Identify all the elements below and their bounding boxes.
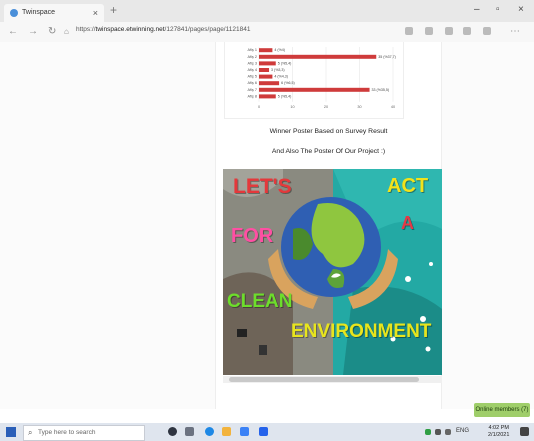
chart-x-tick: 40 xyxy=(391,105,395,109)
chart-category-label: Afiş 8 xyxy=(248,94,258,98)
chart-category-label: Afiş 1 xyxy=(248,48,258,52)
tray-app-icon[interactable] xyxy=(425,429,431,435)
chart-category-label: Afiş 3 xyxy=(248,61,258,65)
new-tab-button[interactable]: + xyxy=(110,3,117,17)
store-icon[interactable] xyxy=(240,427,249,436)
refresh-icon[interactable]: ↻ xyxy=(48,26,56,37)
profile-icon[interactable] xyxy=(483,27,491,35)
cortana-icon[interactable] xyxy=(168,427,177,436)
chart-x-tick: 10 xyxy=(290,105,294,109)
chart-category-label: Afiş 2 xyxy=(248,55,258,59)
online-members-button[interactable]: Online members (7) xyxy=(474,403,530,417)
chart-category-label: Afiş 5 xyxy=(248,75,258,79)
scrollbar-thumb[interactable] xyxy=(229,377,419,382)
chart-bar xyxy=(259,74,273,79)
chart-card: 0 10 20 30 40 Afiş 1 4 (%4) Afiş 2 35 (%37,7) Afi… xyxy=(224,42,404,119)
page-area: 0 10 20 30 40 Afiş 1 4 (%4) Afiş 2 35 (%37,7) Afi… xyxy=(0,42,534,409)
chart-data-label: 3 (%3,3) xyxy=(271,68,285,72)
chart-bar xyxy=(259,54,377,59)
collections-icon[interactable] xyxy=(463,27,471,35)
taskbar: ⌕ Type here to search ENG 4:02 PM 2/1/20… xyxy=(0,423,534,441)
url-field[interactable]: https://twinspace.etwinning.net/127841/p… xyxy=(76,26,250,33)
favorite-icon[interactable] xyxy=(445,27,453,35)
caption-line-2: And Also The Poster Of Our Project :) xyxy=(271,148,386,155)
minimize-button[interactable]: – xyxy=(474,4,480,15)
chart-bar xyxy=(259,48,273,53)
taskbar-clock[interactable]: 4:02 PM 2/1/2021 xyxy=(488,425,509,439)
chart-data-label: 4 (%4) xyxy=(274,48,285,52)
back-icon[interactable]: ← xyxy=(8,26,18,37)
chart-data-label: 6 (%6,5) xyxy=(281,81,295,85)
address-bar: ← → ↻ ⌂ https://twinspace.etwinning.net/… xyxy=(0,22,534,43)
chart-bar xyxy=(259,87,370,92)
chart-bar xyxy=(259,81,280,86)
task-view-icon[interactable] xyxy=(185,427,194,436)
volume-icon[interactable] xyxy=(445,429,451,435)
chart-bar xyxy=(259,94,276,99)
chart-data-label: 35 (%37,7) xyxy=(378,55,396,59)
poster-word-environment: ENVIRONMENT xyxy=(291,321,432,342)
chart-bar xyxy=(259,61,276,66)
browser-tab[interactable]: Twinspace × xyxy=(4,4,104,22)
chart-x-tick: 30 xyxy=(357,105,361,109)
chart-bar xyxy=(259,68,270,72)
poster-word-for: FOR xyxy=(231,225,274,247)
chart-data-label: 5 (%5,4) xyxy=(278,61,292,65)
lock-icon: ⌂ xyxy=(64,27,69,36)
poster-word-a: A xyxy=(401,213,414,233)
poster-artwork xyxy=(223,169,442,375)
url-path: /127841/pages/page/1121841 xyxy=(164,26,251,33)
chart-category-label: Afiş 4 xyxy=(248,68,258,72)
search-icon: ⌕ xyxy=(28,428,33,437)
more-menu-icon[interactable]: ⋯ xyxy=(510,26,520,37)
clock-date: 2/1/2021 xyxy=(488,432,510,438)
file-explorer-icon[interactable] xyxy=(222,427,231,436)
chart-x-tick: 0 xyxy=(258,105,260,109)
poster-word-act: ACT xyxy=(387,175,429,197)
content-column: 0 10 20 30 40 Afiş 1 4 (%4) Afiş 2 35 (%37,7) Afi… xyxy=(215,42,442,409)
chart-data-label: 4 (%4,3) xyxy=(274,75,288,79)
url-prefix: https:// xyxy=(76,26,96,33)
mail-icon[interactable] xyxy=(259,427,268,436)
caption-line-1: Winner Poster Based on Survey Result xyxy=(269,128,388,135)
chart-x-tick: 20 xyxy=(324,105,328,109)
horizontal-scrollbar[interactable] xyxy=(223,376,442,383)
tab-title: Twinspace xyxy=(22,9,56,16)
tab-close-icon[interactable]: × xyxy=(93,4,98,22)
site-favicon-icon xyxy=(10,9,18,17)
tab-bar: Twinspace × + – ▫ × xyxy=(0,0,534,22)
survey-bar-chart: 0 10 20 30 40 Afiş 1 4 (%4) Afiş 2 35 (%37,7) Afi… xyxy=(248,47,396,109)
poster-word-lets: LET'S xyxy=(233,175,292,198)
chart-data-label: 33 (%35,5) xyxy=(372,88,390,92)
network-icon[interactable] xyxy=(435,429,441,435)
clock-time: 4:02 PM xyxy=(488,425,509,431)
windows-start-icon[interactable] xyxy=(6,427,16,437)
taskbar-search-box[interactable]: ⌕ Type here to search xyxy=(23,425,145,441)
chart-data-label: 5 (%5,4) xyxy=(278,94,292,98)
search-placeholder: Type here to search xyxy=(38,429,96,436)
close-window-button[interactable]: × xyxy=(518,4,524,15)
chart-category-label: Afiş 7 xyxy=(248,88,258,92)
forward-icon[interactable]: → xyxy=(28,26,38,37)
url-host: twinspace.etwinning.net xyxy=(95,26,165,33)
extension-icon[interactable] xyxy=(425,27,433,35)
language-indicator[interactable]: ENG xyxy=(456,428,469,434)
maximize-button[interactable]: ▫ xyxy=(496,4,500,15)
chart-category-label: Afiş 6 xyxy=(248,81,258,85)
poster-word-clean: CLEAN xyxy=(227,291,293,312)
edge-browser-icon[interactable] xyxy=(205,427,214,436)
winner-poster: LET'S ACT A FOR CLEAN ENVIRONMENT xyxy=(223,169,442,375)
notifications-icon[interactable] xyxy=(520,427,529,436)
reader-mode-icon[interactable] xyxy=(405,27,413,35)
